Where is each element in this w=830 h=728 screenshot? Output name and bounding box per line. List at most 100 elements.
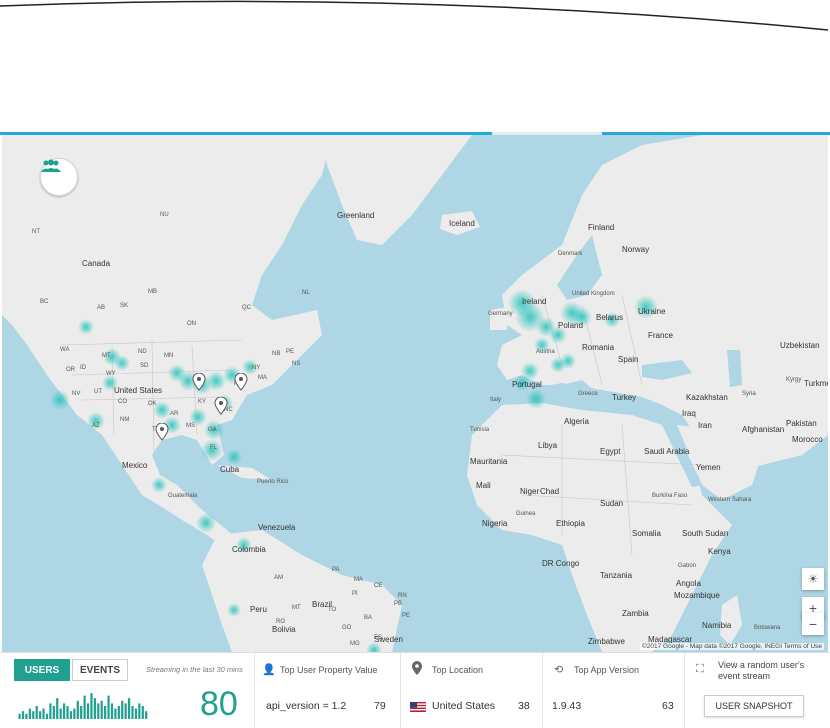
- map-label: NY: [252, 365, 261, 371]
- snapshot-description: View a random user's event stream: [718, 660, 805, 681]
- map-label: Iceland: [449, 219, 475, 228]
- sparkline-bar: [117, 706, 120, 719]
- map-label: Niger: [520, 487, 540, 496]
- property-count: 79: [374, 700, 386, 712]
- map-label: MA: [258, 375, 267, 381]
- sparkline-bar: [86, 703, 90, 719]
- user-snapshot-button[interactable]: USER SNAPSHOT: [704, 695, 804, 717]
- map-label: MT: [102, 353, 111, 359]
- map-label: Romania: [582, 343, 615, 352]
- version-title: Top App Version: [574, 665, 640, 675]
- map-label: Cuba: [220, 465, 240, 474]
- map-label: Gabon: [678, 563, 697, 569]
- sparkline-bar: [107, 695, 110, 719]
- map-label: Somalia: [632, 529, 661, 538]
- location-value: United States: [432, 700, 496, 712]
- map-label: Bolivia: [272, 625, 296, 634]
- map-label: NS: [292, 361, 301, 367]
- map-label: Norway: [622, 245, 650, 254]
- world-map[interactable]: Greenland Iceland Canada NU NT BC AB SK MB ON QC NL…: [2, 135, 828, 652]
- map-label: MA: [354, 577, 363, 583]
- map-label: Syria: [742, 391, 756, 397]
- map-label: United Kingdom: [572, 291, 615, 297]
- map-label: Kazakhstan: [686, 393, 728, 402]
- map-label: OK: [148, 401, 157, 407]
- map-label: Portugal: [512, 380, 542, 389]
- map-label: NT: [32, 229, 40, 235]
- map-label: BA: [364, 615, 373, 621]
- brightness-toggle-button[interactable]: ☀: [802, 568, 824, 590]
- map-label: Venezuela: [258, 523, 296, 532]
- streaming-note: Streaming in the last 30 mins: [146, 665, 243, 674]
- map-label: Germany: [488, 311, 513, 317]
- map-label: South Sudan: [682, 529, 729, 538]
- zoom-out-button[interactable]: −: [802, 613, 824, 635]
- map-label: Yemen: [696, 463, 721, 472]
- sparkline-bar: [49, 703, 52, 719]
- map-label: Namibia: [702, 621, 732, 630]
- heat-spot: [50, 390, 70, 410]
- map-label: Mozambique: [674, 591, 720, 600]
- sparkline-bar: [45, 713, 49, 719]
- map-label: UT: [94, 389, 102, 395]
- version-count: 63: [662, 700, 674, 712]
- location-pin-icon[interactable]: [234, 373, 248, 391]
- map-label: Sweden: [374, 635, 403, 644]
- sparkline-bar: [121, 700, 124, 719]
- group-icon: [41, 159, 61, 172]
- map-label: PI: [352, 591, 358, 597]
- location-pin-icon[interactable]: [214, 397, 228, 415]
- version-value: 1.9.43: [552, 700, 582, 712]
- map-label: KY: [198, 399, 207, 405]
- location-pin-icon[interactable]: [192, 373, 206, 391]
- map-label: CE: [374, 583, 383, 589]
- tab-users[interactable]: USERS: [14, 659, 70, 681]
- map-label: Finland: [588, 223, 615, 232]
- map-label: Zambia: [622, 609, 649, 618]
- map-label: AB: [97, 305, 106, 311]
- map-label: Algeria: [564, 417, 589, 426]
- sparkline-bar: [39, 711, 42, 719]
- sparkline-bar: [42, 708, 45, 719]
- location-pin-icon[interactable]: [155, 423, 169, 441]
- map-label: Libya: [538, 441, 558, 450]
- heat-spot: [227, 603, 241, 617]
- map-label: Uzbekistan: [780, 341, 820, 350]
- sparkline-bar: [32, 711, 35, 719]
- users-toggle-button[interactable]: [40, 158, 78, 196]
- map-label: Colombia: [232, 545, 266, 554]
- sparkline-bar: [97, 703, 100, 719]
- map-label: GO: [342, 625, 352, 631]
- map-label: Denmark: [558, 251, 583, 257]
- map-credit: ©2017 Google - Map data ©2017 Google, IN…: [640, 643, 824, 650]
- top-version-panel: ⟲ Top App Version 1.9.43 63: [542, 653, 685, 728]
- map-label: SD: [140, 363, 149, 369]
- top-property-panel: 👤 Top User Property Value api_version = …: [254, 653, 401, 728]
- top-location-panel: Top Location United States 38: [400, 653, 543, 728]
- map-label: Puerto Rico: [257, 479, 289, 485]
- map-label: Burkina Faso: [652, 493, 688, 499]
- map-label: Kenya: [708, 547, 731, 556]
- map-label: Iran: [698, 421, 712, 430]
- map-label: FL: [210, 445, 218, 451]
- sparkline-bar: [134, 708, 138, 719]
- tab-events[interactable]: EVENTS: [72, 659, 128, 681]
- property-value: api_version = 1.2: [266, 700, 347, 712]
- sparkline-bar: [100, 700, 103, 719]
- active-users-count: 80: [200, 685, 238, 723]
- map-label: ON: [187, 321, 196, 327]
- map-label: Ukraine: [638, 307, 666, 316]
- map-label: Western Sahara: [708, 497, 752, 503]
- map-label: AZ: [92, 423, 100, 429]
- map-label: ID: [80, 365, 86, 371]
- map-label: Sudan: [600, 499, 624, 508]
- map-label: AR: [170, 411, 179, 417]
- map-label: MG: [350, 641, 360, 647]
- map-label: PE: [286, 349, 295, 355]
- map-label: Guinea: [516, 511, 536, 517]
- sparkline-bar: [62, 703, 66, 719]
- map-label: Canada: [82, 259, 111, 268]
- heat-spot: [206, 371, 226, 391]
- map-label: Tanzania: [600, 571, 633, 580]
- active-users-panel: USERS EVENTS Streaming in the last 30 mi…: [0, 653, 255, 728]
